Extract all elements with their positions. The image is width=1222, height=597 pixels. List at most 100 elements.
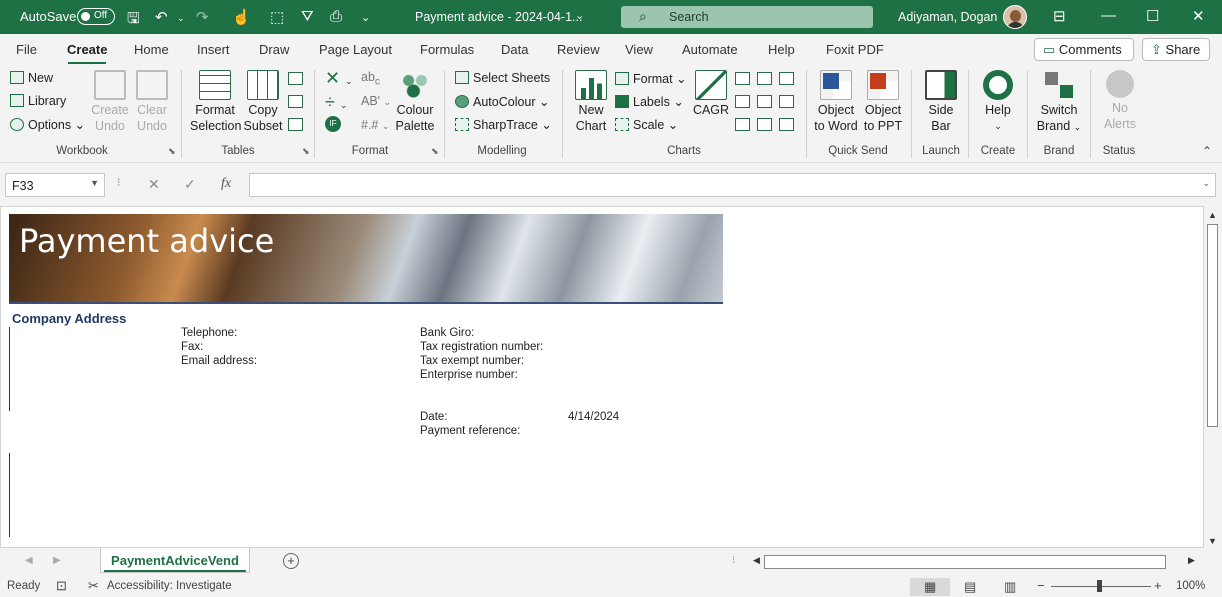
chart-type-icon-1[interactable]	[735, 72, 750, 85]
chevron-down-icon[interactable]: ▼	[90, 178, 99, 188]
zoom-in-icon[interactable]: +	[1154, 578, 1162, 593]
expand-formula-icon[interactable]: ⌄	[1202, 178, 1210, 189]
accessibility-status[interactable]: Accessibility: Investigate	[107, 580, 232, 592]
chart-scale-button[interactable]: Scale ⌄	[615, 117, 678, 132]
tables-launcher-icon[interactable]: ⬊	[302, 146, 310, 157]
new-chart-button[interactable]: New Chart	[570, 70, 612, 134]
cancel-icon[interactable]: ✕	[148, 176, 160, 193]
abc-icon[interactable]: abc	[361, 70, 380, 88]
zoom-out-icon[interactable]: −	[1037, 578, 1045, 593]
tab-automate[interactable]: Automate	[682, 42, 738, 57]
zoom-slider-thumb[interactable]	[1097, 580, 1102, 592]
if-icon[interactable]: IF	[325, 116, 341, 132]
chart-format-button[interactable]: Format ⌄	[615, 71, 687, 86]
chart-labels-button[interactable]: Labels ⌄	[615, 94, 684, 109]
object-to-word-button[interactable]: Object to Word	[813, 70, 859, 134]
chart-type-icon-4[interactable]	[735, 95, 750, 108]
scroll-up-icon[interactable]: ▲	[1208, 210, 1217, 220]
autosave-toggle[interactable]: Off	[77, 8, 115, 25]
multiply-icon[interactable]: ✕ ⌄	[325, 68, 353, 89]
add-sheet-icon[interactable]: +	[283, 553, 299, 569]
normal-view-icon[interactable]: ▦	[910, 578, 950, 596]
scroll-down-icon[interactable]: ▼	[1208, 536, 1217, 546]
format-selection-button[interactable]: Format Selection	[190, 70, 241, 134]
chart-type-icon-8[interactable]	[757, 118, 772, 131]
no-alerts-button[interactable]: No Alerts	[1098, 70, 1142, 132]
divide-icon[interactable]: ÷ ⌄	[325, 92, 347, 113]
tab-foxit-pdf[interactable]: Foxit PDF	[826, 42, 884, 57]
share-button[interactable]: ⇪ Share	[1142, 38, 1210, 61]
tab-insert[interactable]: Insert	[197, 42, 230, 57]
page-break-view-icon[interactable]: ▥	[990, 578, 1030, 596]
redo-icon[interactable]: ↷	[196, 8, 209, 26]
insert-function-icon[interactable]: fx	[221, 176, 231, 192]
help-button[interactable]: Help ⌄	[976, 70, 1020, 134]
tab-file[interactable]: File	[16, 42, 37, 57]
tab-data[interactable]: Data	[501, 42, 528, 57]
scroll-left-icon[interactable]: ◀	[753, 555, 760, 566]
tab-home[interactable]: Home	[134, 42, 169, 57]
workbook-launcher-icon[interactable]: ⬊	[168, 146, 176, 157]
table-grid-icon[interactable]	[288, 72, 303, 85]
options-button[interactable]: Options ⌄	[10, 117, 85, 132]
comments-button[interactable]: ▭ Comments	[1034, 38, 1134, 61]
accessibility-icon[interactable]: ✂	[88, 578, 99, 594]
chart-type-icon-3[interactable]	[779, 72, 794, 85]
next-sheet-icon[interactable]: ▶	[53, 555, 61, 566]
enter-icon[interactable]: ✓	[184, 176, 196, 193]
filter-icon[interactable]: ⛛	[301, 8, 314, 25]
minimize-icon[interactable]: —	[1101, 7, 1116, 24]
formula-input[interactable]: ⌄	[249, 173, 1216, 197]
touch-mode-icon[interactable]: ☝	[232, 8, 251, 26]
title-dropdown-icon[interactable]: ⌄	[575, 9, 584, 22]
switch-brand-button[interactable]: Switch Brand ⌄	[1035, 70, 1083, 135]
avatar[interactable]	[1003, 5, 1027, 29]
customize-qat-icon[interactable]: ⌄	[361, 11, 370, 24]
colour-palette-button[interactable]: Colour Palette	[392, 70, 438, 134]
cagr-button[interactable]: CAGR	[690, 70, 732, 118]
worksheet-area[interactable]: Payment advice Company Address Telephone…	[0, 206, 1204, 548]
chart-type-icon-5[interactable]	[757, 95, 772, 108]
tab-view[interactable]: View	[625, 42, 653, 57]
library-button[interactable]: Library	[10, 94, 66, 108]
name-box[interactable]: F33 ▼	[5, 173, 105, 197]
new-button[interactable]: New	[10, 71, 53, 85]
ribbon-display-icon[interactable]: ⊟	[1053, 7, 1066, 25]
tab-create[interactable]: Create	[67, 42, 107, 57]
chart-type-icon-6[interactable]	[779, 95, 794, 108]
tab-help[interactable]: Help	[768, 42, 795, 57]
scroll-right-icon[interactable]: ▶	[1188, 555, 1195, 566]
object-to-ppt-button[interactable]: Object to PPT	[861, 70, 905, 134]
chart-type-icon-9[interactable]	[779, 118, 794, 131]
fullscreen-icon[interactable]: ⬚	[270, 8, 284, 26]
sharptrace-button[interactable]: SharpTrace ⌄	[455, 117, 552, 132]
copy-subset-button[interactable]: Copy Subset	[242, 70, 284, 134]
create-undo-button[interactable]: Create Undo	[90, 70, 130, 134]
format-launcher-icon[interactable]: ⬊	[431, 146, 439, 157]
tab-review[interactable]: Review	[557, 42, 600, 57]
document-title[interactable]: Payment advice - 2024-04-1...	[415, 10, 582, 24]
scroll-thumb[interactable]	[764, 555, 1166, 569]
date-value[interactable]: 4/14/2024	[568, 411, 619, 423]
save-icon[interactable]: 🖫	[127, 8, 140, 33]
vertical-scrollbar[interactable]: ▲ ▼	[1204, 206, 1222, 548]
page-layout-view-icon[interactable]: ▤	[950, 578, 990, 596]
ab-format-icon[interactable]: AB' ⌄	[361, 94, 391, 108]
tab-page-layout[interactable]: Page Layout	[319, 42, 392, 57]
autocolour-button[interactable]: AutoColour ⌄	[455, 94, 550, 109]
horizontal-scrollbar[interactable]: ◀ ▶	[750, 555, 1200, 569]
chart-type-icon-7[interactable]	[735, 118, 750, 131]
print-preview-icon[interactable]: ⎙	[330, 8, 342, 25]
tab-formulas[interactable]: Formulas	[420, 42, 474, 57]
number-format-icon[interactable]: #.# ⌄	[361, 118, 389, 132]
side-bar-button[interactable]: Side Bar	[920, 70, 962, 134]
undo-dropdown-icon[interactable]: ⌄	[177, 13, 185, 24]
scroll-thumb[interactable]	[1207, 224, 1218, 427]
collapse-ribbon-icon[interactable]: ⌃	[1202, 144, 1212, 158]
search-box[interactable]: ⌕ Search	[621, 6, 873, 28]
zoom-level[interactable]: 100%	[1176, 580, 1205, 592]
macro-record-icon[interactable]: ⊡	[56, 578, 67, 594]
prev-sheet-icon[interactable]: ◀	[25, 555, 33, 566]
close-icon[interactable]: ✕	[1192, 7, 1205, 25]
user-name[interactable]: Adiyaman, Dogan	[898, 10, 997, 24]
